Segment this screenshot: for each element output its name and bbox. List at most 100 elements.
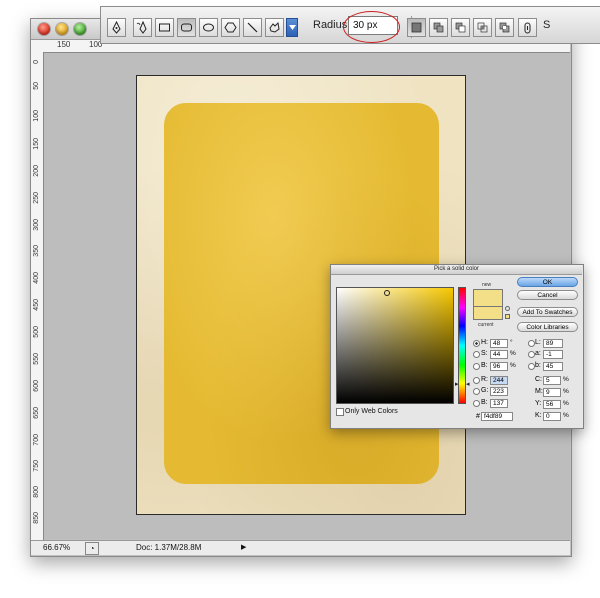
yellow-field[interactable]: 56: [543, 400, 561, 409]
status-bar: 66.67% ◔ Doc: 1.37M/28.8M ▶: [31, 540, 570, 555]
green-radio[interactable]: [473, 388, 480, 395]
hue-label: H:: [481, 339, 488, 346]
ruler-label: 200: [33, 165, 40, 177]
b-channel-field[interactable]: 45: [543, 362, 563, 371]
ruler-label: 300: [33, 219, 40, 231]
magenta-field[interactable]: 9: [543, 388, 561, 397]
cyan-label: C:: [535, 376, 542, 383]
magenta-unit: %: [563, 388, 569, 395]
ruler-label: 600: [33, 380, 40, 392]
intersect-shape-area-icon[interactable]: [473, 18, 492, 37]
add-to-shape-area-icon[interactable]: [429, 18, 448, 37]
new-color-label: new: [482, 282, 492, 288]
lightness-field[interactable]: 89: [543, 339, 563, 348]
lightness-label: L:: [535, 339, 541, 346]
pen-tool-icon[interactable]: [107, 18, 126, 37]
hue-slider[interactable]: [458, 287, 466, 404]
hex-label: #: [476, 413, 480, 420]
blue-field[interactable]: 137: [490, 399, 508, 408]
ruler-label: 800: [33, 486, 40, 498]
b-channel-radio[interactable]: [528, 363, 535, 370]
vertical-ruler: 0 50 100 150 200 250 300 350 400 450 500…: [31, 52, 44, 540]
status-icon[interactable]: ◔: [85, 542, 99, 555]
b-channel-label: b:: [535, 362, 541, 369]
saturation-unit: %: [510, 350, 516, 357]
ruler-label: 50: [33, 82, 40, 90]
freeform-pen-icon[interactable]: [133, 18, 152, 37]
close-window-button[interactable]: [38, 23, 50, 35]
custom-shape-icon[interactable]: [265, 18, 284, 37]
black-label: K:: [535, 412, 542, 419]
ruler-label: 250: [33, 192, 40, 204]
current-color-swatch[interactable]: [473, 306, 503, 320]
exclude-overlap-icon[interactable]: [495, 18, 514, 37]
rounded-rectangle-tool-icon[interactable]: [177, 18, 196, 37]
red-label: R:: [481, 376, 488, 383]
hue-slider-right-handle-icon[interactable]: ◂: [466, 380, 470, 388]
link-icon[interactable]: [518, 18, 537, 37]
ruler-label: 850: [33, 512, 40, 524]
document-size: Doc: 1.37M/28.8M: [136, 543, 202, 552]
brightness-unit: %: [510, 362, 516, 369]
color-libraries-button[interactable]: Color Libraries: [517, 322, 578, 332]
ruler-label: 650: [33, 407, 40, 419]
ruler-label: 100: [33, 110, 40, 122]
brightness-radio[interactable]: [473, 363, 480, 370]
zoom-window-button[interactable]: [74, 23, 86, 35]
lightness-radio[interactable]: [528, 340, 535, 347]
color-field-cursor[interactable]: [384, 290, 390, 296]
saturation-radio[interactable]: [473, 351, 480, 358]
rectangle-tool-icon[interactable]: [155, 18, 174, 37]
dropdown-arrow-icon[interactable]: [286, 18, 298, 37]
ruler-label: 150: [33, 138, 40, 150]
hue-slider-left-handle-icon[interactable]: ▸: [455, 380, 459, 388]
ellipse-tool-icon[interactable]: [199, 18, 218, 37]
only-web-colors-checkbox[interactable]: [336, 408, 344, 416]
magenta-label: M:: [535, 388, 543, 395]
ruler-label: 350: [33, 245, 40, 257]
subtract-shape-area-icon[interactable]: [451, 18, 470, 37]
red-radio[interactable]: [473, 377, 480, 384]
web-safe-warning-icon[interactable]: [505, 314, 510, 319]
ruler-label: 500: [33, 326, 40, 338]
minimize-window-button[interactable]: [56, 23, 68, 35]
create-new-shape-layer-icon[interactable]: [407, 18, 426, 37]
black-field[interactable]: 0: [543, 412, 561, 421]
yellow-unit: %: [563, 400, 569, 407]
ruler-label: 700: [33, 434, 40, 446]
polygon-tool-icon[interactable]: [221, 18, 240, 37]
brightness-label: B:: [481, 362, 488, 369]
color-field[interactable]: [336, 287, 454, 404]
hue-field[interactable]: 48: [490, 339, 508, 348]
blue-radio[interactable]: [473, 400, 480, 407]
red-field[interactable]: 244: [490, 376, 508, 385]
green-field[interactable]: 223: [490, 387, 508, 396]
cancel-button[interactable]: Cancel: [517, 290, 578, 300]
blue-label: B:: [481, 399, 488, 406]
black-unit: %: [563, 412, 569, 419]
add-to-swatches-button[interactable]: Add To Swatches: [517, 307, 578, 317]
saturation-field[interactable]: 44: [490, 350, 508, 359]
ruler-label: 750: [33, 460, 40, 472]
brightness-field[interactable]: 96: [490, 362, 508, 371]
hue-radio[interactable]: [473, 340, 480, 347]
yellow-label: Y:: [535, 400, 542, 407]
annotation-highlight-circle: [343, 11, 400, 43]
a-channel-label: a:: [535, 350, 541, 357]
hex-field[interactable]: f4df89: [481, 412, 513, 421]
ruler-label: 150: [57, 40, 71, 49]
hue-unit: °: [510, 339, 513, 346]
a-channel-radio[interactable]: [528, 351, 535, 358]
status-menu-arrow-icon[interactable]: ▶: [241, 541, 251, 555]
cyan-field[interactable]: 5: [543, 376, 561, 385]
truncated-option-label: S: [543, 19, 551, 31]
zoom-level[interactable]: 66.67%: [43, 541, 70, 555]
current-color-label: current: [478, 322, 494, 328]
ruler-label: 400: [33, 272, 40, 284]
line-tool-icon[interactable]: [243, 18, 262, 37]
only-web-colors-label: Only Web Colors: [345, 408, 398, 415]
a-channel-field[interactable]: -1: [543, 350, 563, 359]
ok-button[interactable]: OK: [517, 277, 578, 287]
out-of-gamut-warning-icon[interactable]: [505, 306, 510, 311]
ruler-label: 550: [33, 353, 40, 365]
